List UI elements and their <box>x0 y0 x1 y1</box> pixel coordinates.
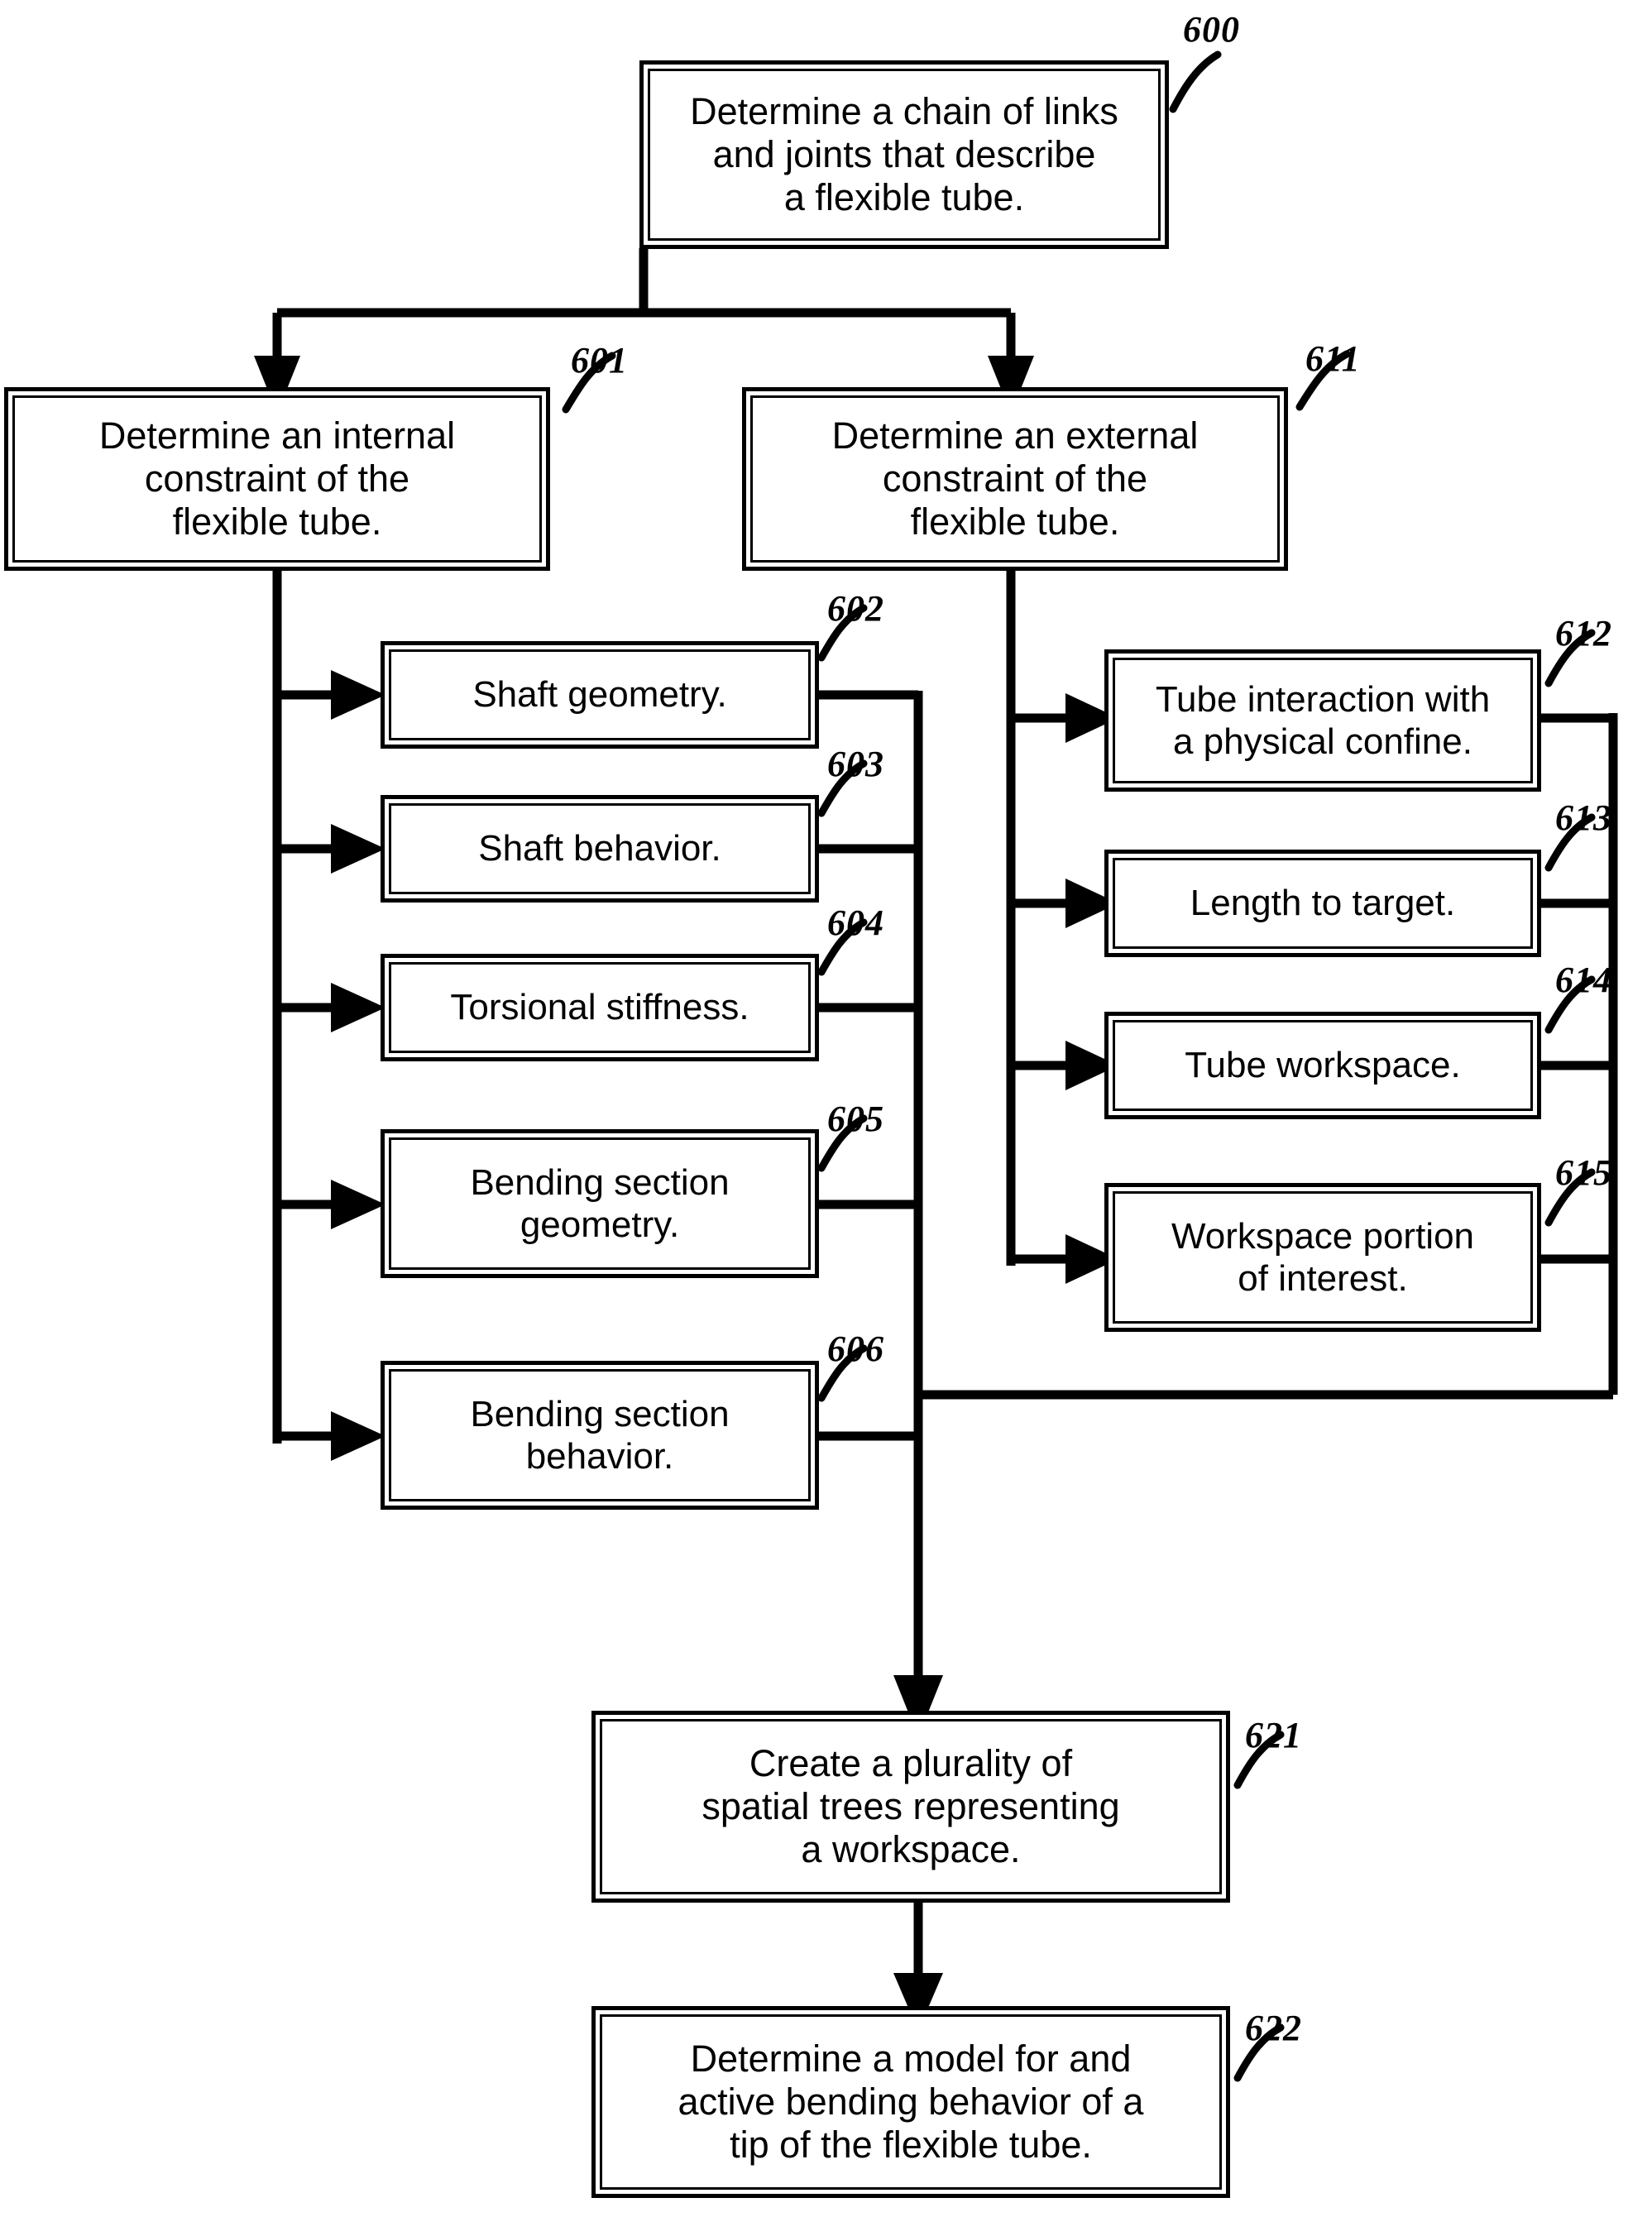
node-603-inner: Shaft behavior. <box>389 803 811 894</box>
node-615[interactable]: Workspace portion of interest. <box>1104 1183 1541 1332</box>
node-612-label: Tube interaction with a physical confine… <box>1155 678 1491 762</box>
node-614-label: Tube workspace. <box>1185 1045 1461 1086</box>
ref-602: 602 <box>827 588 884 629</box>
node-604[interactable]: Torsional stiffness. <box>381 954 819 1061</box>
ref-615: 615 <box>1555 1152 1612 1193</box>
node-604-inner: Torsional stiffness. <box>389 962 811 1053</box>
ref-603: 603 <box>827 744 884 784</box>
node-621-inner: Create a plurality of spatial trees repr… <box>600 1719 1222 1894</box>
node-613[interactable]: Length to target. <box>1104 850 1541 957</box>
node-603[interactable]: Shaft behavior. <box>381 795 819 903</box>
node-611-label: Determine an external constraint of the … <box>831 414 1199 543</box>
node-614-inner: Tube workspace. <box>1113 1020 1533 1111</box>
node-611-inner: Determine an external constraint of the … <box>750 395 1280 563</box>
node-613-label: Length to target. <box>1190 883 1456 924</box>
node-612-inner: Tube interaction with a physical confine… <box>1113 658 1533 783</box>
node-602-label: Shaft geometry. <box>472 674 727 716</box>
ref-612: 612 <box>1555 613 1612 654</box>
node-612[interactable]: Tube interaction with a physical confine… <box>1104 649 1541 792</box>
node-605-inner: Bending section geometry. <box>389 1137 811 1270</box>
ref-611: 611 <box>1305 338 1361 379</box>
node-606[interactable]: Bending section behavior. <box>381 1361 819 1510</box>
node-605[interactable]: Bending section geometry. <box>381 1129 819 1278</box>
ref-606: 606 <box>827 1329 884 1369</box>
node-606-inner: Bending section behavior. <box>389 1369 811 1501</box>
node-601-inner: Determine an internal constraint of the … <box>12 395 542 563</box>
node-615-inner: Workspace portion of interest. <box>1113 1191 1533 1324</box>
node-615-label: Workspace portion of interest. <box>1171 1215 1475 1299</box>
node-602[interactable]: Shaft geometry. <box>381 641 819 749</box>
node-600[interactable]: Determine a chain of links and joints th… <box>639 60 1169 249</box>
node-614[interactable]: Tube workspace. <box>1104 1012 1541 1119</box>
node-600-inner: Determine a chain of links and joints th… <box>648 69 1161 241</box>
ref-622: 622 <box>1245 2008 1302 2048</box>
node-613-inner: Length to target. <box>1113 858 1533 949</box>
node-611[interactable]: Determine an external constraint of the … <box>742 387 1288 571</box>
ref-605: 605 <box>827 1099 884 1139</box>
node-604-label: Torsional stiffness. <box>450 987 749 1028</box>
ref-600: 600 <box>1183 9 1240 50</box>
ref-621: 621 <box>1245 1715 1302 1755</box>
node-600-label: Determine a chain of links and joints th… <box>690 89 1118 219</box>
node-622-label: Determine a model for and active bending… <box>678 2037 1144 2167</box>
node-601-label: Determine an internal constraint of the … <box>98 414 456 543</box>
node-601[interactable]: Determine an internal constraint of the … <box>4 387 550 571</box>
ref-604: 604 <box>827 903 884 943</box>
node-622[interactable]: Determine a model for and active bending… <box>591 2006 1230 2198</box>
node-621-label: Create a plurality of spatial trees repr… <box>702 1741 1120 1871</box>
ref-601: 601 <box>571 340 628 381</box>
node-605-label: Bending section geometry. <box>470 1161 730 1245</box>
ref-613: 613 <box>1555 797 1612 838</box>
node-622-inner: Determine a model for and active bending… <box>600 2014 1222 2190</box>
node-606-label: Bending section behavior. <box>470 1393 730 1477</box>
ref-614: 614 <box>1555 960 1612 1000</box>
node-602-inner: Shaft geometry. <box>389 649 811 740</box>
node-621[interactable]: Create a plurality of spatial trees repr… <box>591 1711 1230 1903</box>
figure-canvas: Determine a chain of links and joints th… <box>0 0 1652 2217</box>
node-603-label: Shaft behavior. <box>478 828 721 869</box>
